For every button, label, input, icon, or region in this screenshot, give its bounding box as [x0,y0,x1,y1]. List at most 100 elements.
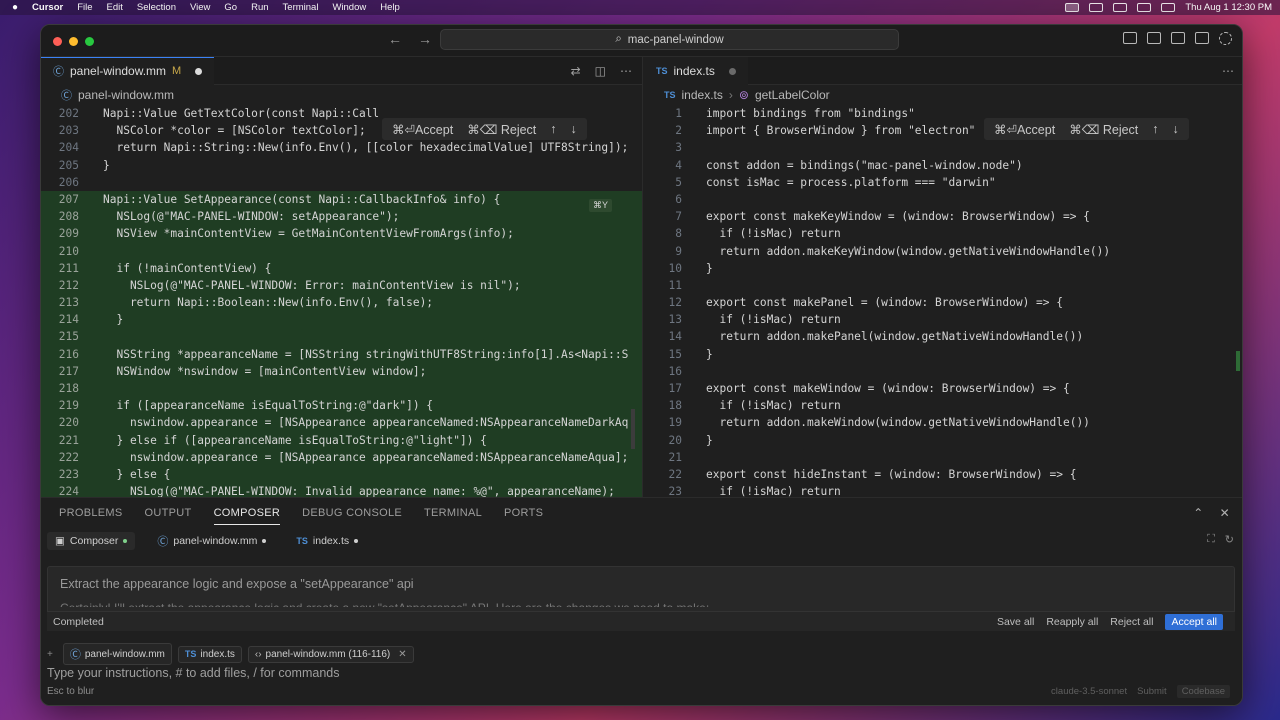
code-line[interactable]: 5 const isMac = process.platform === "dar… [644,174,1242,191]
code-line[interactable]: 207 Napi::Value SetAppearance(const Napi:… [41,190,642,209]
code-line[interactable]: 3 [644,139,1242,156]
reject-change-button[interactable]: ⌘⌫ Reject [1069,122,1138,137]
context-chip[interactable]: TS index.ts [177,645,242,663]
breadcrumb-file[interactable]: index.ts [682,88,723,102]
next-change-icon[interactable]: ↓ [1173,122,1179,136]
context-chip[interactable]: ‹› panel-window.mm (116-116) ✕ [247,645,414,663]
code-line[interactable]: 210 [41,242,642,260]
back-arrow-icon[interactable]: ← [388,31,402,47]
composer-file-tab[interactable]: TS index.ts [288,532,366,550]
code-line[interactable]: 17 export const makeWindow = (window: Bro… [644,380,1242,397]
code-line[interactable]: 215 [41,328,642,346]
history-icon[interactable]: ↻ [1225,533,1234,546]
code-line[interactable]: 13 if (!isMac) return [644,311,1242,328]
code-line[interactable]: 223 } else { [41,465,642,484]
code-line[interactable]: 16 [644,363,1242,380]
compare-changes-icon[interactable]: ⇄ [571,64,581,78]
code-line[interactable]: 14 return addon.makePanel(window.getNati… [644,328,1242,345]
code-line[interactable]: 217 NSWindow *nswindow = [mainContentVie… [41,362,642,380]
toggle-panel-icon[interactable] [1147,32,1161,44]
menu-edit[interactable]: Edit [107,2,123,13]
menu-go[interactable]: Go [224,2,237,13]
code-line[interactable]: 12 export const makePanel = (window: Brow… [644,294,1242,311]
accept-all-button[interactable]: Accept all [1165,614,1223,630]
left-scrollbar-thumb[interactable] [631,409,635,449]
reject-change-button[interactable]: ⌘⌫ Reject [467,122,536,137]
tab-ports[interactable]: PORTS [504,507,543,519]
left-code-area[interactable]: 202 Napi::Value GetTextColor(const Napi::… [41,105,642,501]
menu-run[interactable]: Run [251,2,268,13]
code-line[interactable]: 10} [644,260,1242,277]
tab-terminal[interactable]: TERMINAL [424,507,482,519]
code-line[interactable]: 15} [644,346,1242,363]
tab-output[interactable]: OUTPUT [145,507,192,519]
reject-all-button[interactable]: Reject all [1110,616,1153,628]
composer-input[interactable]: Type your instructions, # to add files, … [47,666,340,680]
composer-tab[interactable]: ▣ Composer [47,532,136,550]
code-line[interactable]: 216 NSString *appearanceName = [NSString… [41,345,642,363]
context-chip[interactable]: Ⓒ panel-window.mm [62,643,172,665]
menu-selection[interactable]: Selection [137,2,176,13]
toggle-secondary-sidebar-icon[interactable] [1171,32,1185,44]
tab-debug-console[interactable]: DEBUG CONSOLE [302,507,402,519]
chevron-up-icon[interactable]: ⌃ [1193,506,1203,520]
menu-help[interactable]: Help [380,2,400,13]
tab-composer[interactable]: COMPOSER [213,507,281,525]
menu-window[interactable]: Window [332,2,366,13]
code-line[interactable]: 208 NSLog(@"MAC-PANEL-WINDOW: setAppeara… [41,208,642,226]
code-line[interactable]: 6 [644,191,1242,208]
code-line[interactable]: 214 } [41,311,642,329]
code-line[interactable]: 21 [644,449,1242,466]
gear-icon[interactable] [1219,32,1232,45]
code-line[interactable]: 22 export const hideInstant = (window: Br… [644,466,1242,483]
code-line[interactable]: 206 [41,174,642,191]
code-line[interactable]: 7 export const makeKeyWindow = (window: B… [644,208,1242,225]
code-line[interactable]: 8 if (!isMac) return [644,225,1242,242]
menu-file[interactable]: File [77,2,92,13]
code-line[interactable]: 220 nswindow.appearance = [NSAppearance … [41,414,642,432]
menu-terminal[interactable]: Terminal [283,2,319,13]
customize-layout-icon[interactable] [1195,32,1209,44]
apple-icon[interactable]: ● [12,2,18,13]
previous-change-icon[interactable]: ↑ [1152,122,1158,136]
unsaved-dot-icon[interactable] [195,67,203,75]
code-line[interactable]: 218 [41,380,642,398]
split-editor-icon[interactable]: ◫ [595,64,606,78]
wifi-icon[interactable] [1113,3,1128,12]
close-window-button[interactable] [53,37,62,46]
code-line[interactable]: 19 return addon.makeWindow(window.getNat… [644,414,1242,431]
breadcrumb-file[interactable]: panel-window.mm [78,88,174,102]
accept-change-button[interactable]: ⌘⏎Accept [392,122,453,137]
code-line[interactable]: 20} [644,432,1242,449]
close-icon[interactable]: ✕ [1220,506,1230,520]
right-code-area[interactable]: 1 import bindings from "bindings" 2 import … [644,105,1242,500]
code-line[interactable]: 213 return Napi::Boolean::New(info.Env()… [41,294,642,312]
battery-icon[interactable] [1089,3,1104,12]
code-line[interactable]: 211 if (!mainContentView) { [41,259,642,277]
code-line[interactable]: 221 } else if ([appearanceName isEqualTo… [41,431,642,449]
previous-change-icon[interactable]: ↑ [550,122,556,136]
model-selector[interactable]: claude-3.5-sonnet [1051,686,1127,697]
add-context-icon[interactable]: + [47,649,53,660]
save-all-button[interactable]: Save all [997,616,1034,628]
menu-app-name[interactable]: Cursor [32,2,63,13]
menubar-clock[interactable]: Thu Aug 1 12:30 PM [1185,2,1272,13]
menu-view[interactable]: View [190,2,210,13]
minimize-window-button[interactable] [69,37,78,46]
reapply-all-button[interactable]: Reapply all [1046,616,1098,628]
code-line[interactable]: 205} [41,157,642,174]
tab-index-ts[interactable]: TS index.ts [644,56,748,85]
close-icon[interactable]: ✕ [398,649,406,660]
codebase-button[interactable]: Codebase [1176,685,1230,698]
command-center[interactable]: ⌕ mac-panel-window [440,29,899,50]
next-change-icon[interactable]: ↓ [571,122,577,136]
code-line[interactable]: 9 return addon.makeKeyWindow(window.getN… [644,243,1242,260]
breadcrumb-symbol[interactable]: getLabelColor [755,88,830,102]
tab-panel-window-mm[interactable]: Ⓒ panel-window.mm M [41,56,215,85]
code-line[interactable]: 212 NSLog(@"MAC-PANEL-WINDOW: Error: mai… [41,276,642,295]
code-line[interactable]: 219 if ([appearanceName isEqualToString:… [41,397,642,415]
more-actions-icon[interactable]: ⋯ [1222,64,1234,78]
accept-change-button[interactable]: ⌘⏎Accept [994,122,1055,137]
submit-button[interactable]: Submit [1137,686,1167,697]
toggle-primary-sidebar-icon[interactable] [1123,32,1137,44]
